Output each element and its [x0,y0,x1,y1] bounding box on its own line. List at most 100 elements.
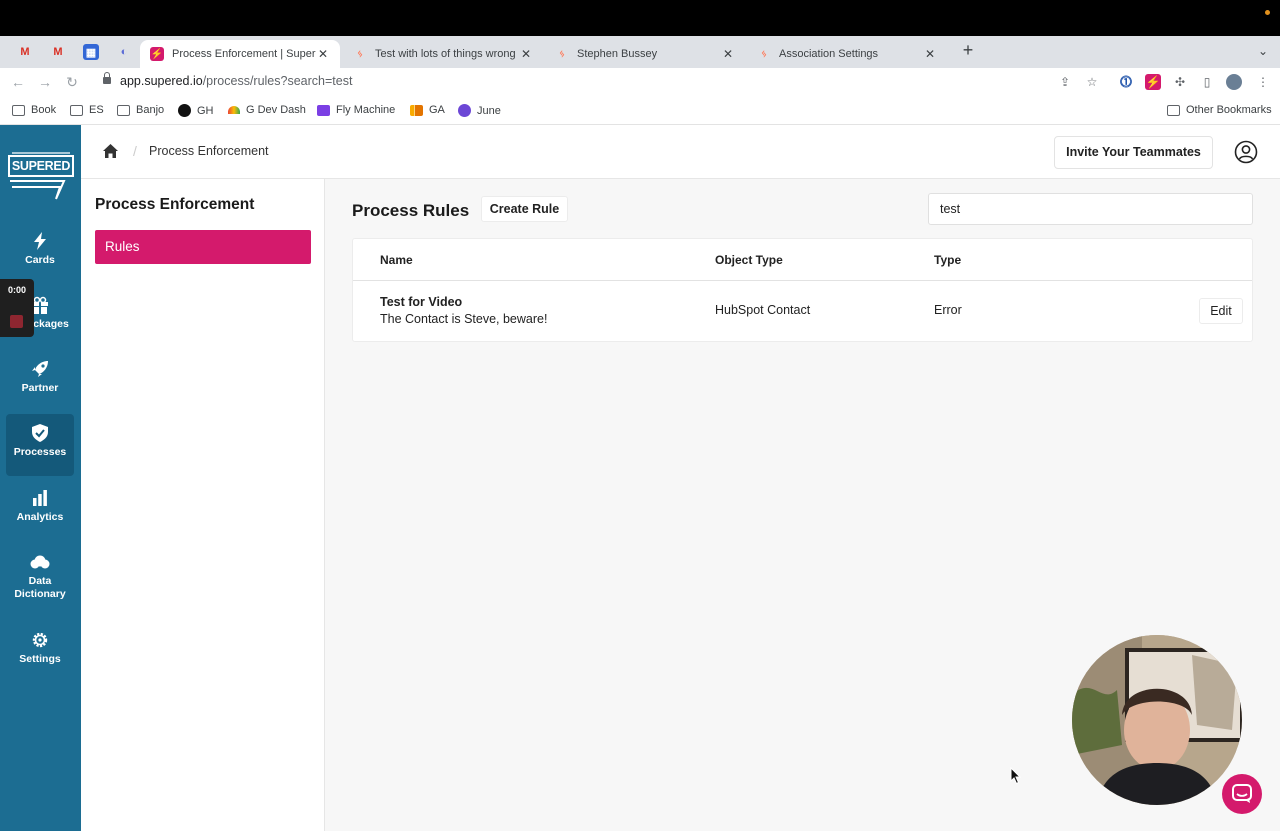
gmail-pinned-tab-icon[interactable]: M [50,44,66,60]
screen-recorder-widget[interactable]: 0:00 [0,279,34,337]
supered-logo[interactable]: SUPERED [8,151,74,201]
tab-process-enforcement[interactable]: ⚡ Process Enforcement | Supered ✕ [140,40,340,68]
sidebar-item-label: Analytics [16,511,64,523]
supered-app: SUPERED Cards ckages Partner Processes A… [0,125,1280,831]
folder-icon [117,104,130,116]
bookmark-ga[interactable]: GA [410,104,445,116]
bookmark-label: G Dev Dash [246,104,306,116]
folder-icon [1167,104,1180,116]
browser-menu-icon[interactable]: ⋮ [1255,74,1271,90]
tab-title: Stephen Bussey [577,48,658,60]
bookmarks-bar: Book ES Banjo GH G Dev Dash Fly Machine … [0,98,1280,125]
reload-icon[interactable]: ↻ [62,72,82,92]
bookmark-label: GH [197,104,214,117]
recording-dot [1265,10,1270,15]
stop-recording-icon[interactable] [10,315,23,328]
app-header: / Process Enforcement Invite Your Teamma… [81,125,1280,179]
sidebar-item-processes[interactable]: Processes [6,414,74,476]
url-host: app.supered.io [120,74,203,88]
google-analytics-icon [410,104,423,116]
tab-search-chevron-icon[interactable]: ⌄ [1258,44,1268,58]
new-tab-plus-icon[interactable]: + [958,40,978,61]
app-pinned-tab-icon[interactable]: ◐ [116,44,132,60]
sidebar-item-partner[interactable]: Partner [6,350,74,412]
tab-title: Process Enforcement | Supered [172,48,316,60]
chat-support-button[interactable] [1222,774,1262,814]
bookmark-es[interactable]: ES [70,104,104,116]
tab-title: Association Settings [779,48,879,60]
bookmark-book[interactable]: Book [12,104,56,116]
bar-chart-icon [6,485,74,511]
rule-description: The Contact is Steve, beware! [380,312,548,326]
address-bar[interactable]: app.supered.io/process/rules?search=test [120,74,352,88]
bookmark-gh[interactable]: GH [178,104,214,117]
forward-arrow-icon[interactable]: → [35,72,55,92]
lock-icon[interactable] [103,72,111,84]
extensions-puzzle-icon[interactable]: ✣ [1172,74,1188,90]
column-header-type: Type [934,253,962,267]
calendar-pinned-tab-icon[interactable]: ▦ [83,44,99,60]
fly-icon [317,104,330,116]
sidebar-item-analytics[interactable]: Analytics [6,479,74,541]
close-tab-icon[interactable]: ✕ [721,47,735,61]
tab-stephen-bussey[interactable]: ᛃ Stephen Bussey ✕ [545,40,745,68]
supered-favicon-icon: ⚡ [150,47,164,61]
invite-teammates-button[interactable]: Invite Your Teammates [1054,136,1213,169]
bookmark-label: Banjo [136,104,165,116]
hubspot-favicon-icon: ᛃ [559,48,565,60]
sidebar-item-settings[interactable]: Settings [6,621,74,683]
subnav-item-rules[interactable]: Rules [95,230,311,264]
sidebar-item-label: Cards [25,254,55,266]
tab-association-settings[interactable]: ᛃ Association Settings ✕ [747,40,947,68]
password-manager-icon[interactable]: ⓵ [1118,74,1134,90]
page-title: Process Rules [352,201,470,220]
sidebar-item-label: Settings [19,653,61,665]
tab-test-with-lots-of-things-wrong[interactable]: ᛃ Test with lots of things wrong ✕ [343,40,543,68]
os-top-bar [0,0,1280,36]
close-tab-icon[interactable]: ✕ [316,47,330,61]
bookmark-label: Book [31,104,57,116]
side-panel-icon[interactable]: ▯ [1199,74,1215,90]
webcam-video-image [1072,635,1242,805]
close-tab-icon[interactable]: ✕ [923,47,937,61]
create-rule-button[interactable]: Create Rule [481,196,568,222]
bookmark-star-icon[interactable]: ☆ [1084,74,1100,90]
share-icon[interactable]: ⇪ [1057,74,1073,90]
bookmark-june[interactable]: June [458,104,501,117]
profile-avatar-icon[interactable] [1226,74,1242,90]
bookmark-fly-machine[interactable]: Fly Machine [317,104,395,116]
hubspot-favicon-icon: ᛃ [357,48,363,60]
webcam-overlay [1072,635,1242,805]
breadcrumb[interactable]: Process Enforcement [149,144,269,158]
folder-icon [70,104,83,116]
rainbow-icon [228,106,240,114]
bookmark-banjo[interactable]: Banjo [117,104,164,116]
close-tab-icon[interactable]: ✕ [519,47,533,61]
bolt-icon [6,228,74,254]
search-input[interactable] [928,193,1253,225]
rule-name: Test for Video [380,295,463,309]
user-account-icon[interactable] [1234,140,1258,164]
sidebar-nav: SUPERED Cards ckages Partner Processes A… [0,125,81,831]
june-icon [458,104,471,117]
rule-type: Error [934,303,962,317]
shield-check-icon [6,420,74,446]
sidebar-item-cards[interactable]: Cards [6,222,74,284]
back-arrow-icon[interactable]: ← [8,72,28,92]
supered-extension-icon[interactable]: ⚡ [1145,74,1161,90]
subnav-title: Process Enforcement [95,196,255,213]
edit-rule-button[interactable]: Edit [1199,298,1243,324]
bookmark-g-dev-dash[interactable]: G Dev Dash [228,104,306,116]
sidebar-item-label: Data Dictionary [14,575,66,600]
url-path: /process/rules?search=test [202,74,353,88]
home-icon[interactable] [103,144,118,158]
other-bookmarks[interactable]: Other Bookmarks [1167,104,1272,116]
rule-object-type: HubSpot Contact [715,303,811,317]
chat-bubble-icon [1232,784,1252,803]
sidebar-item-data-dictionary[interactable]: Data Dictionary [6,543,74,615]
bookmark-label: June [477,104,501,117]
recorder-timer: 0:00 [7,285,26,295]
gmail-pinned-tab-icon[interactable]: M [17,44,33,60]
logo-bolt-icon [10,152,70,200]
cloud-icon [6,549,74,575]
